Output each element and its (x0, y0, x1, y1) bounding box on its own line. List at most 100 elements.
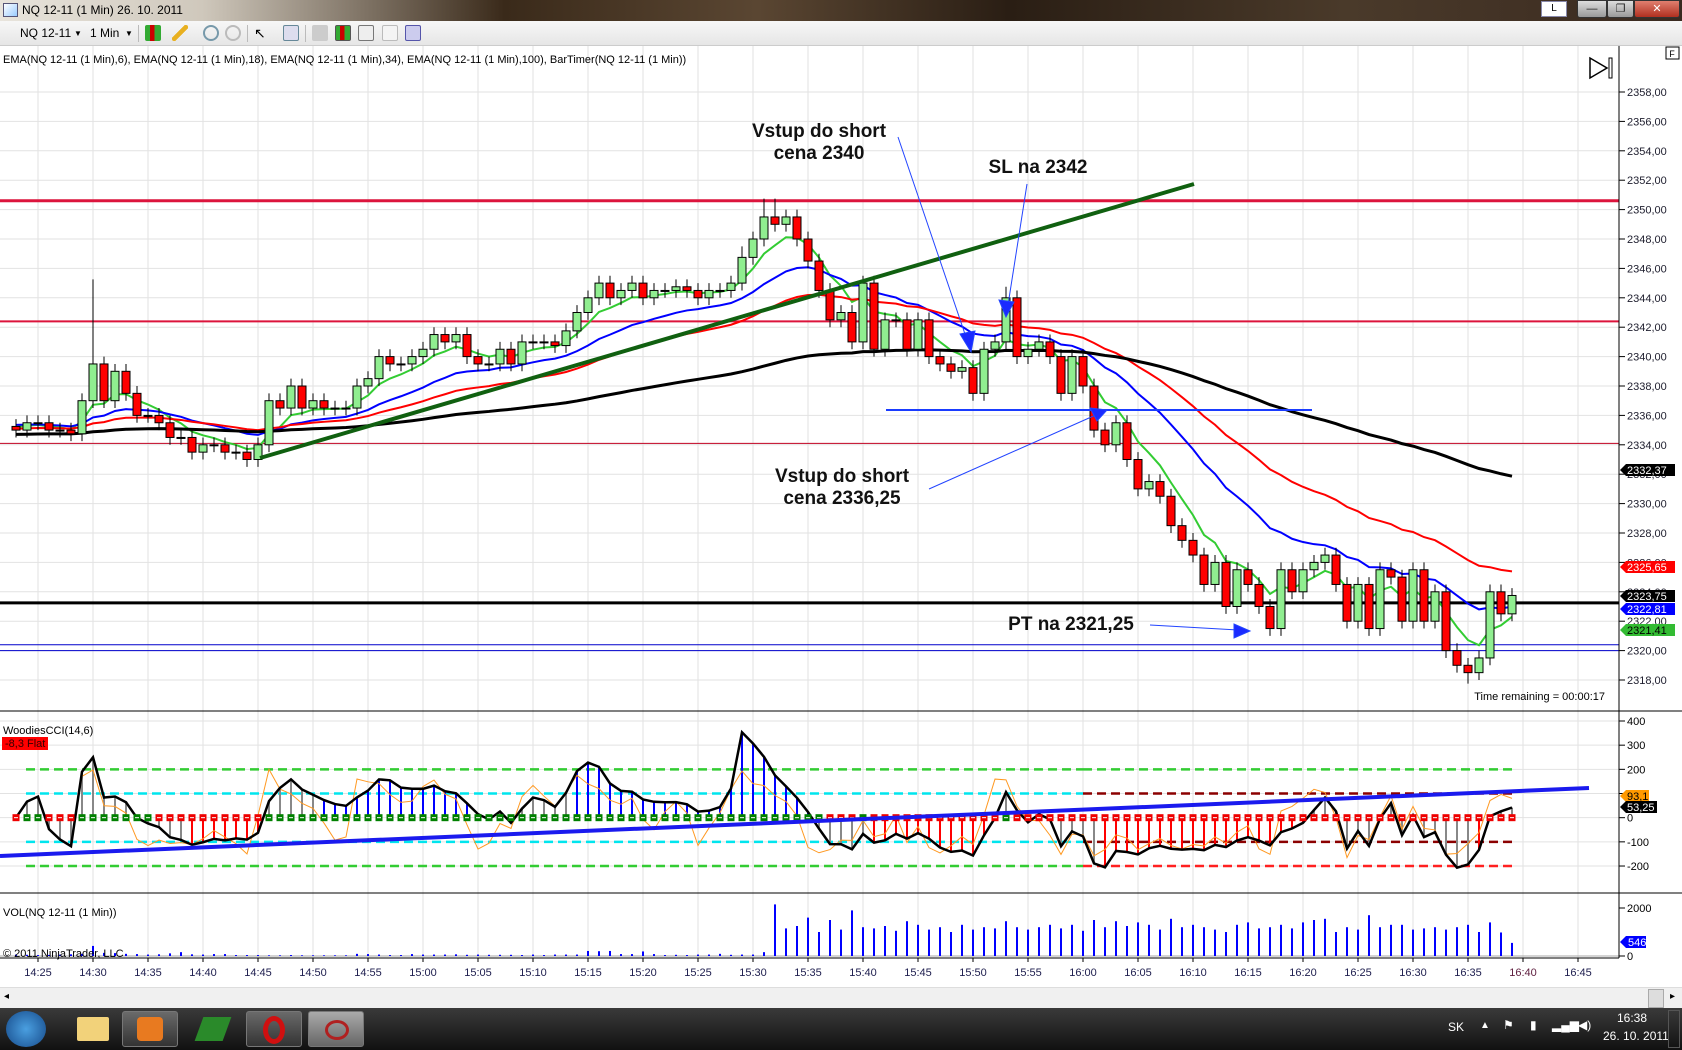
candle-up (484, 363, 494, 366)
candle-down (924, 319, 934, 358)
action-center-flag-icon[interactable]: ⚑ (1503, 1018, 1514, 1032)
candle-down (1386, 569, 1396, 578)
strategies-icon[interactable] (358, 25, 374, 41)
minimize-button[interactable]: — (1577, 0, 1607, 18)
clock-time[interactable]: 16:38 (1617, 1011, 1647, 1025)
candle-up (594, 282, 604, 299)
app-chart-icon (3, 3, 18, 17)
pencil-icon[interactable] (172, 25, 188, 41)
y-tick-label: 2320,00 (1627, 646, 1667, 658)
chevron-down-icon[interactable]: ▼ (125, 29, 133, 38)
show-hidden-icons[interactable]: ▲ (1480, 1020, 1490, 1031)
candle-up (759, 216, 769, 240)
candle-down (1133, 459, 1143, 490)
close-button[interactable]: ✕ (1634, 0, 1680, 18)
title-bar: NQ 12-11 (1 Min) 26. 10. 2011 L — ❐ ✕ (0, 0, 1682, 21)
zoom-out-icon[interactable] (225, 25, 241, 41)
candle-down (1463, 664, 1473, 674)
volume-icon[interactable]: ◀) (1578, 1018, 1591, 1032)
maximize-button[interactable]: ❐ (1607, 0, 1634, 18)
power-icon[interactable]: ▮ (1530, 1018, 1537, 1032)
ninjatrader-icon[interactable] (308, 1011, 364, 1047)
cci-tick-label: 400 (1627, 716, 1645, 728)
chart-canvas[interactable]: 14:25 14:30 14:35 14:40 14:45 14:50 14:55 15:00… (0, 0, 1682, 1050)
opera-icon[interactable] (246, 1011, 302, 1047)
scrollbar-thumb[interactable] (1648, 989, 1664, 1008)
candle-down (187, 436, 197, 453)
candle-up (1023, 348, 1033, 358)
candle-up (627, 282, 637, 291)
interval-selector[interactable]: 1 Min (90, 26, 119, 40)
y-tick-label: 2344,00 (1627, 293, 1667, 305)
y-tick-label: 2328,00 (1627, 528, 1667, 540)
arrow-pt[interactable] (1149, 624, 1239, 631)
ema-100-line (15, 348, 1513, 478)
zoom-in-icon[interactable] (203, 25, 219, 41)
y-tick-label: 2330,00 (1627, 499, 1667, 511)
cci-status: -8,3 Flat (5, 738, 45, 750)
candle-up (1485, 591, 1495, 659)
candle-up (660, 289, 670, 292)
window-title: NQ 12-11 (1 Min) 26. 10. 2011 (22, 3, 183, 17)
candle-down (770, 216, 780, 225)
candle-down (1221, 561, 1231, 608)
candle-up (891, 319, 901, 322)
candle-down (1122, 422, 1132, 460)
candles (11, 198, 1517, 684)
candle-up (836, 312, 846, 321)
tag-ema6: 2321,41 (1627, 625, 1667, 637)
indicators-icon[interactable] (335, 25, 351, 41)
y-tick-label: 2352,00 (1627, 175, 1667, 187)
candle-down (473, 356, 483, 365)
x-tick-label: 14:35 (134, 967, 162, 979)
scroll-to-end-icon[interactable] (1589, 56, 1613, 80)
candle-down (132, 392, 142, 416)
arrow-head-icon (998, 299, 1015, 319)
dollar-icon[interactable] (382, 25, 398, 41)
candle-down (385, 356, 395, 365)
properties-icon[interactable] (405, 25, 421, 41)
cursor-icon[interactable]: ↖ (254, 25, 270, 41)
show-desktop-button[interactable] (1668, 1010, 1680, 1048)
candle-up (539, 341, 549, 344)
explorer-icon[interactable] (65, 1011, 121, 1047)
instrument-selector[interactable]: NQ 12-11 (20, 26, 71, 40)
x-tick-label: 15:30 (739, 967, 767, 979)
candle-up (1034, 341, 1044, 350)
volume-bars (15, 904, 1513, 956)
media-player-icon[interactable] (122, 1011, 178, 1047)
candle-up (1111, 422, 1121, 446)
language-indicator[interactable]: SK (1448, 1020, 1464, 1034)
magnifier-icon[interactable] (283, 25, 299, 41)
l-button[interactable]: L (1541, 1, 1567, 17)
horizontal-scrollbar[interactable]: ◂ ▸ (0, 987, 1682, 1008)
scroll-left-icon[interactable]: ◂ (4, 991, 9, 1002)
start-button[interactable] (6, 1011, 46, 1047)
dictionary-icon[interactable] (185, 1011, 241, 1047)
clock-date[interactable]: 26. 10. 2011 (1603, 1029, 1669, 1043)
annotation-pt: PT na 2321,25 (1008, 614, 1134, 635)
data-series-icon[interactable] (312, 25, 328, 41)
x-tick-label: 14:45 (244, 967, 272, 979)
arrow-entry2[interactable] (928, 413, 1099, 490)
candle-up (77, 400, 87, 435)
candle-down (11, 425, 21, 431)
cci-title: WoodiesCCI(14,6) (3, 725, 93, 737)
cci-tick-label: -100 (1627, 837, 1649, 849)
cci-trendline[interactable] (0, 786, 1590, 858)
candle-down (1397, 576, 1407, 622)
y-tick-label: 2336,00 (1627, 410, 1667, 422)
candle-up (561, 330, 571, 347)
scroll-right-icon[interactable]: ▸ (1670, 991, 1675, 1002)
chart-style-icon[interactable] (145, 25, 161, 41)
candle-down (275, 400, 285, 409)
candle-down (1364, 583, 1374, 630)
x-tick-label: 14:50 (299, 967, 327, 979)
x-tick-label: 15:25 (684, 967, 712, 979)
chevron-down-icon[interactable]: ▼ (74, 29, 82, 38)
x-tick-label: 15:55 (1014, 967, 1042, 979)
candle-up (495, 348, 505, 365)
tag-volume: 546 (1628, 937, 1646, 949)
candle-down (99, 363, 109, 402)
network-signal-icon[interactable]: ▂▄▆ (1552, 1018, 1579, 1032)
